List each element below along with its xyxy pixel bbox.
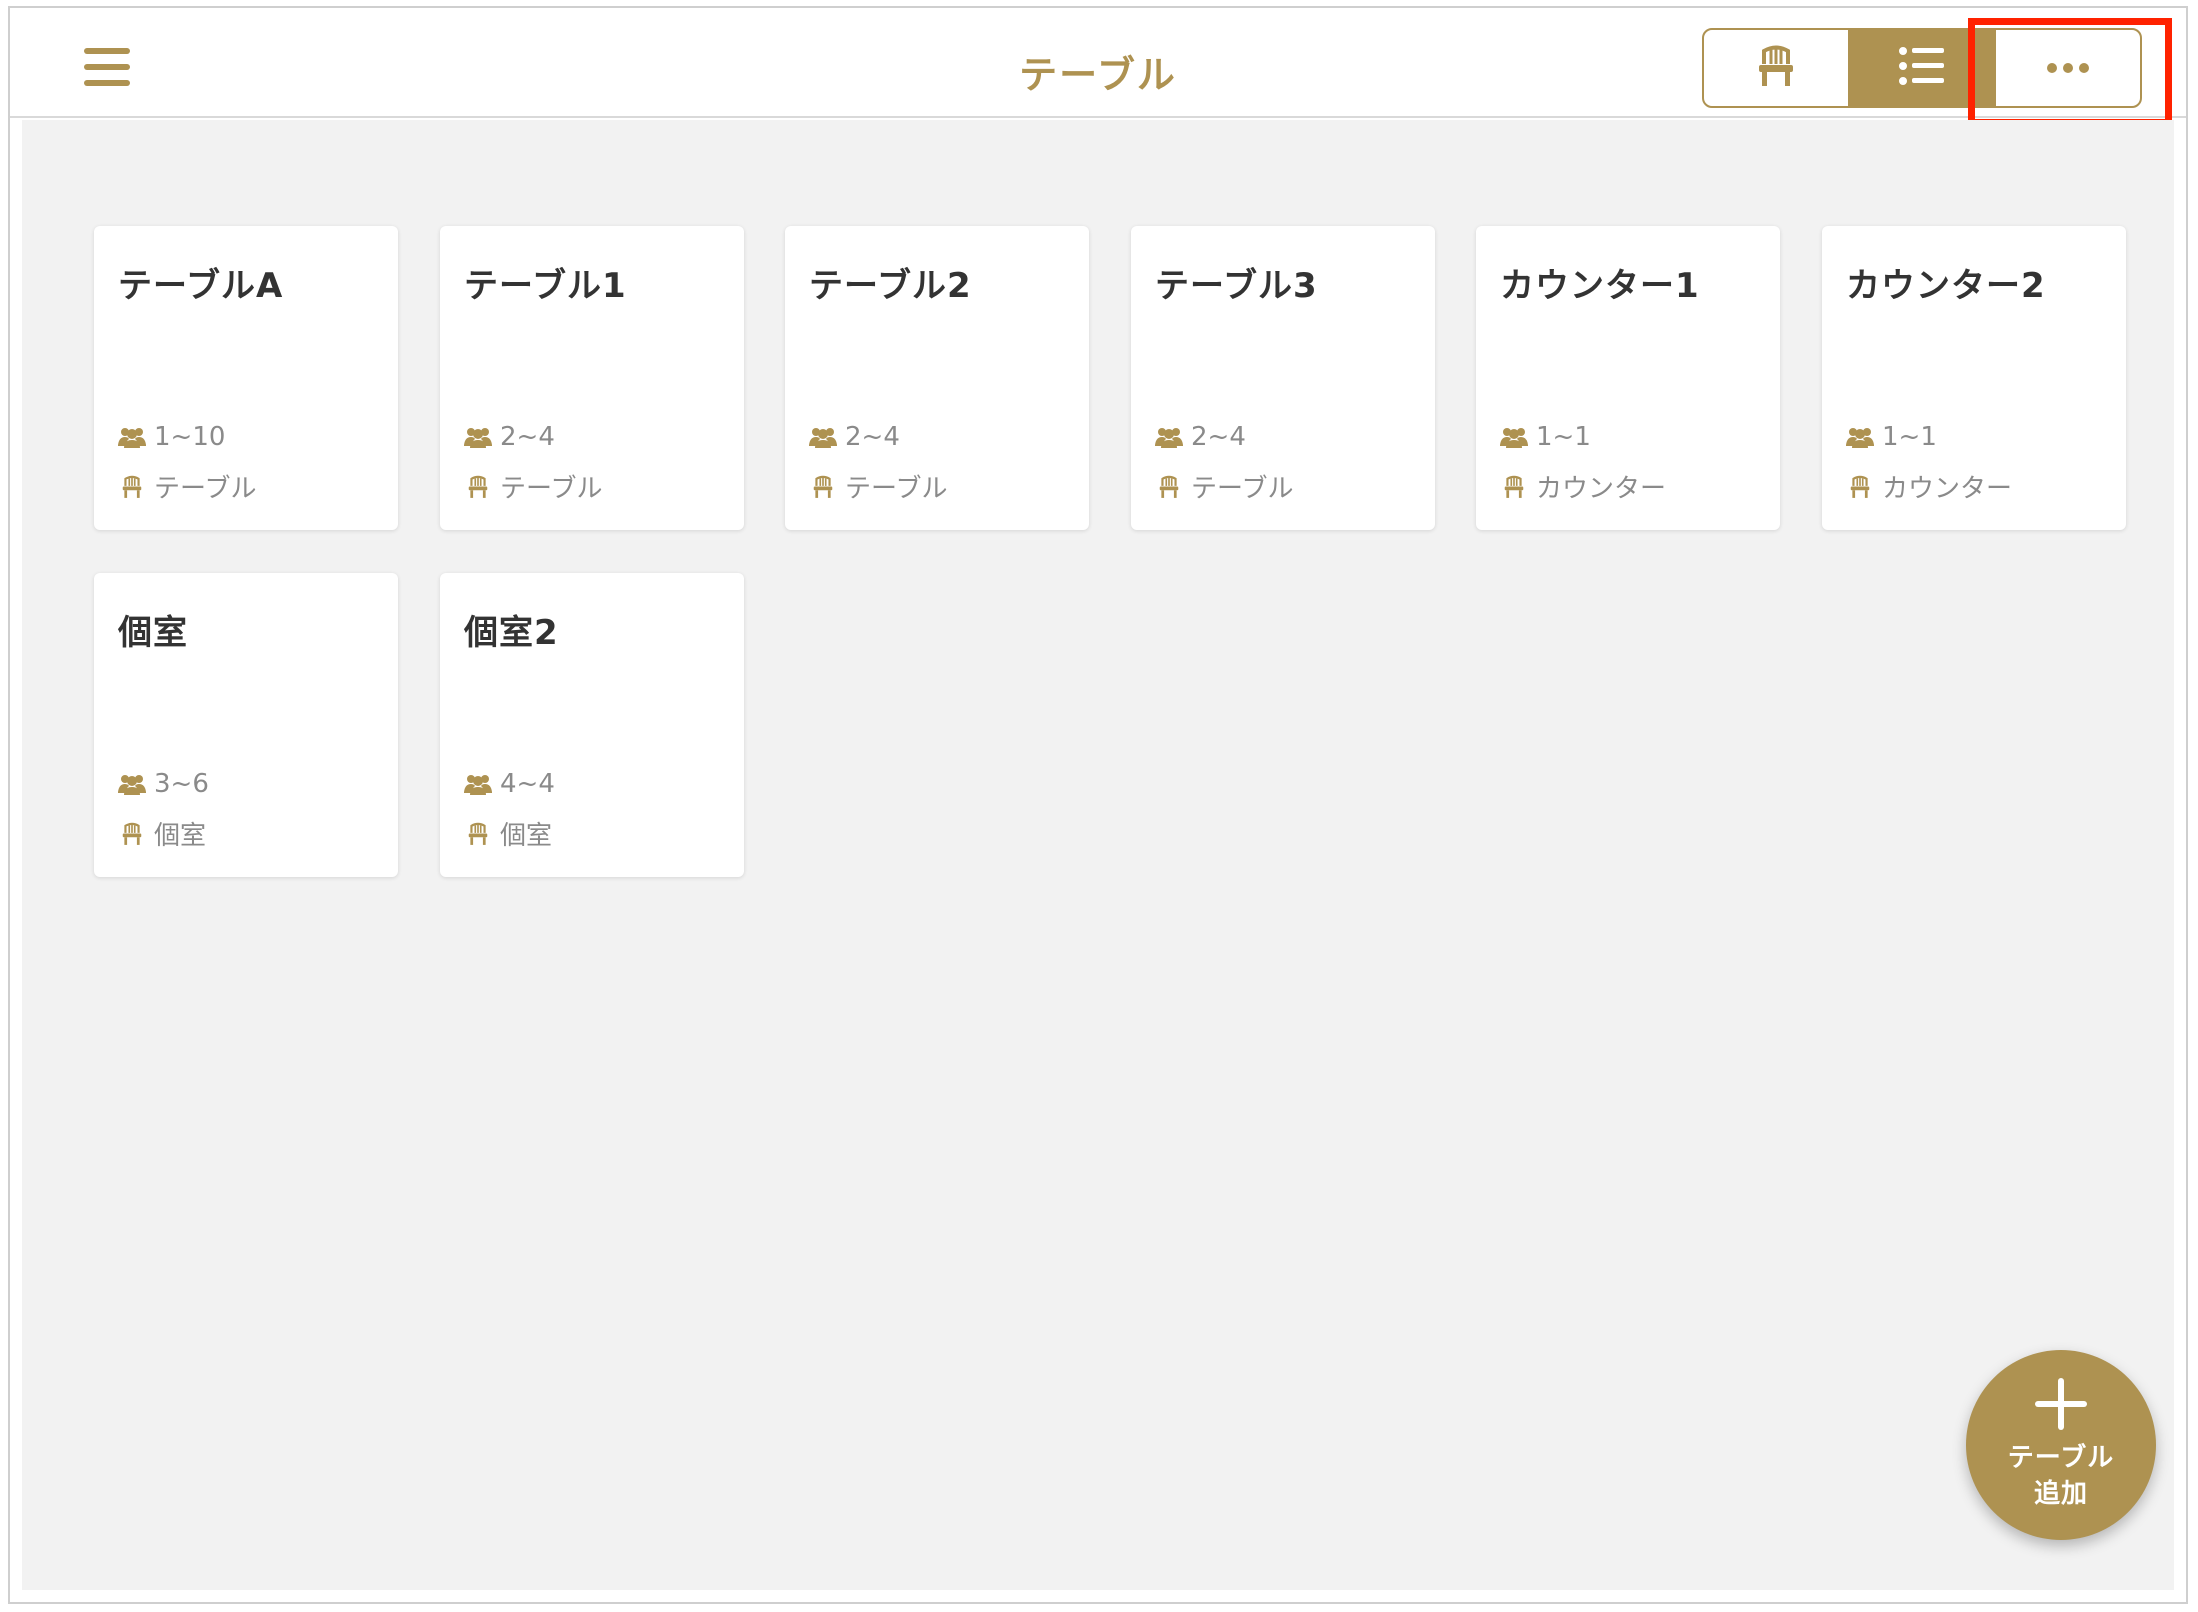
more-options-button[interactable] [1994,30,2140,106]
capacity-value: 2~4 [845,422,900,452]
people-icon [809,423,837,451]
table-card[interactable]: 個室2 4~4 個室 [440,573,744,877]
table-card[interactable]: 個室 3~6 個室 [94,573,398,877]
table-card[interactable]: カウンター2 1~1 カウンター [1822,226,2126,530]
table-capacity: 1~10 [118,422,225,452]
table-name: カウンター1 [1500,266,1700,306]
capacity-value: 4~4 [500,769,555,799]
app-window: テーブル テーブルA 1~10 テーブル テーブル1 2~4 テーブル テーブル… [8,6,2188,1604]
table-name: テーブルA [118,266,284,306]
chair-icon [464,473,492,501]
chair-icon [1754,42,1798,94]
table-type: テーブル [118,468,256,505]
add-table-label-line2: 追加 [2033,1479,2088,1509]
top-bar: テーブル [10,8,2186,126]
list-view-button[interactable] [1848,30,1994,106]
type-value: カウンター [1882,474,2013,504]
plus-icon [2035,1378,2087,1430]
table-grid: テーブルA 1~10 テーブル テーブル1 2~4 テーブル テーブル2 2~4… [22,120,2174,1590]
capacity-value: 1~10 [154,422,226,452]
table-capacity: 2~4 [1155,422,1246,452]
table-capacity: 3~6 [118,769,209,799]
table-card[interactable]: テーブル1 2~4 テーブル [440,226,744,530]
people-icon [118,423,146,451]
chair-icon [1846,473,1874,501]
table-type: カウンター [1500,468,1666,505]
capacity-value: 3~6 [154,769,209,799]
chair-icon [809,473,837,501]
chair-icon [1500,473,1528,501]
table-capacity: 1~1 [1846,422,1937,452]
table-card[interactable]: テーブル3 2~4 テーブル [1131,226,1435,530]
chair-icon [464,820,492,848]
chair-icon [1155,473,1183,501]
table-type: テーブル [464,468,602,505]
view-switch [1702,28,2142,108]
table-card[interactable]: テーブル2 2~4 テーブル [785,226,1089,530]
capacity-value: 2~4 [1191,422,1246,452]
table-type: カウンター [1846,468,2012,505]
add-table-button[interactable]: テーブル 追加 [1966,1350,2156,1540]
table-card[interactable]: カウンター1 1~1 カウンター [1476,226,1780,530]
type-value: 個室 [500,821,553,851]
table-capacity: 2~4 [464,422,555,452]
people-icon [1500,423,1528,451]
type-value: テーブル [500,474,603,504]
table-card[interactable]: テーブルA 1~10 テーブル [94,226,398,530]
table-type: 個室 [118,815,206,852]
table-name: 個室 [118,613,188,653]
capacity-value: 1~1 [1536,422,1591,452]
table-name: テーブル3 [1155,266,1318,306]
chair-icon [118,473,146,501]
floor-view-button[interactable] [1704,30,1848,106]
people-icon [464,770,492,798]
people-icon [1846,423,1874,451]
people-icon [118,770,146,798]
table-name: テーブル1 [464,266,627,306]
type-value: テーブル [845,474,948,504]
type-value: カウンター [1536,474,1667,504]
more-icon [2046,59,2090,78]
type-value: テーブル [154,474,257,504]
table-type: テーブル [809,468,947,505]
type-value: テーブル [1191,474,1294,504]
capacity-value: 1~1 [1882,422,1937,452]
list-icon [1898,46,1946,90]
table-capacity: 4~4 [464,769,555,799]
chair-icon [118,820,146,848]
people-icon [1155,423,1183,451]
table-capacity: 2~4 [809,422,900,452]
capacity-value: 2~4 [500,422,555,452]
table-name: 個室2 [464,613,559,653]
table-capacity: 1~1 [1500,422,1591,452]
add-table-label-line1: テーブル [2007,1443,2115,1473]
table-name: カウンター2 [1846,266,2046,306]
table-type: 個室 [464,815,552,852]
table-name: テーブル2 [809,266,972,306]
table-type: テーブル [1155,468,1293,505]
people-icon [464,423,492,451]
type-value: 個室 [154,821,207,851]
